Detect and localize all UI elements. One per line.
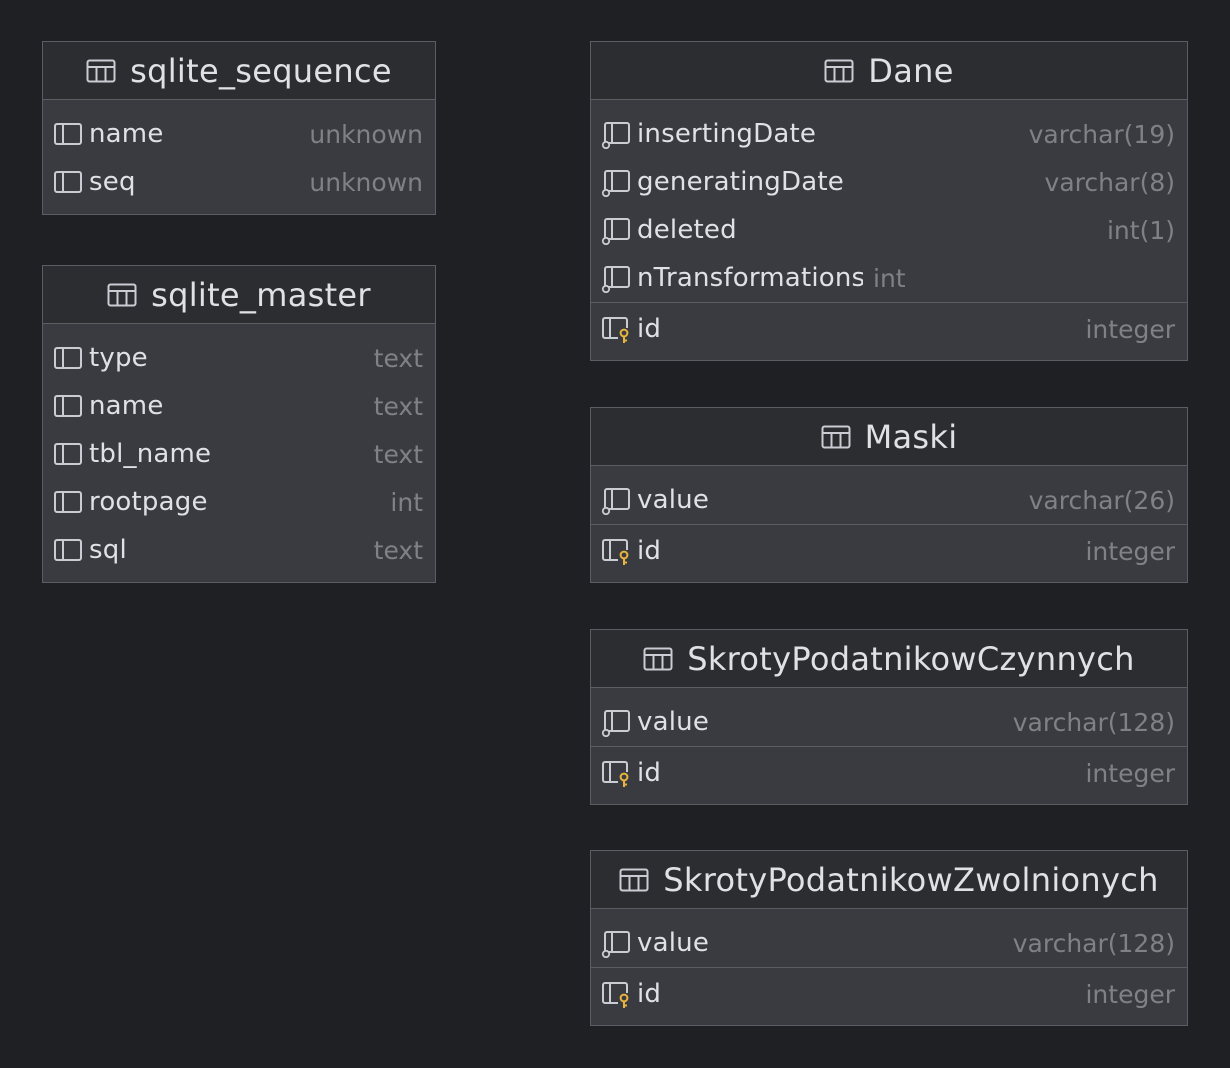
column-name: deleted bbox=[637, 215, 737, 245]
column-type: int(1) bbox=[1106, 215, 1175, 245]
column-name: insertingDate bbox=[637, 119, 817, 149]
column-type: varchar(26) bbox=[1028, 485, 1175, 515]
column-type: int bbox=[390, 487, 423, 517]
table-header[interactable]: SkrotyPodatnikowZwolnionych bbox=[591, 851, 1187, 909]
column-row[interactable]: deleted int(1) bbox=[591, 206, 1187, 254]
column-name: value bbox=[637, 485, 710, 515]
column-type: integer bbox=[1085, 758, 1175, 788]
key-row[interactable]: id integer bbox=[591, 303, 1187, 355]
key-row[interactable]: id integer bbox=[591, 525, 1187, 577]
column-row[interactable]: generatingDate varchar(8) bbox=[591, 158, 1187, 206]
column-row[interactable]: type text bbox=[43, 334, 435, 382]
column-name: id bbox=[637, 979, 662, 1009]
column-name: generatingDate bbox=[637, 167, 844, 197]
column-not-null-icon bbox=[601, 931, 630, 958]
table-header[interactable]: SkrotyPodatnikowCzynnych bbox=[591, 630, 1187, 688]
column-not-null-icon bbox=[601, 122, 630, 149]
column-name: id bbox=[637, 758, 662, 788]
column-row[interactable]: value varchar(128) bbox=[591, 698, 1187, 746]
column-row[interactable]: rootpage int bbox=[43, 478, 435, 526]
column-row[interactable]: tbl_name text bbox=[43, 430, 435, 478]
column-name: tbl_name bbox=[89, 439, 212, 469]
column-name: sql bbox=[89, 535, 127, 565]
key-row[interactable]: id integer bbox=[591, 968, 1187, 1020]
column-type: unknown bbox=[309, 167, 423, 197]
column-not-null-icon bbox=[601, 170, 630, 197]
column-name: value bbox=[637, 707, 710, 737]
column-icon bbox=[54, 443, 82, 465]
column-name: type bbox=[89, 343, 148, 373]
table-title: SkrotyPodatnikowZwolnionych bbox=[663, 860, 1159, 899]
column-row[interactable]: insertingDate varchar(19) bbox=[591, 110, 1187, 158]
key-row[interactable]: id integer bbox=[591, 747, 1187, 799]
primary-key-icon bbox=[602, 982, 630, 1009]
column-icon bbox=[54, 347, 82, 369]
table-header[interactable]: Maski bbox=[591, 408, 1187, 466]
table-title: Maski bbox=[864, 417, 958, 456]
table-dane[interactable]: Dane insertingDate varchar(19) generatin… bbox=[590, 41, 1188, 361]
column-row[interactable]: value varchar(26) bbox=[591, 476, 1187, 524]
column-name: seq bbox=[89, 167, 136, 197]
table-icon bbox=[643, 647, 673, 670]
column-name: nTransformations bbox=[637, 263, 863, 293]
column-type: int bbox=[873, 263, 906, 293]
column-name: id bbox=[637, 536, 662, 566]
column-name: id bbox=[637, 314, 662, 344]
table-icon bbox=[619, 868, 649, 891]
column-icon bbox=[54, 171, 82, 193]
table-header[interactable]: sqlite_master bbox=[43, 266, 435, 324]
column-not-null-icon bbox=[601, 218, 630, 245]
column-row[interactable]: sql text bbox=[43, 526, 435, 574]
column-name: value bbox=[637, 928, 710, 958]
column-type: text bbox=[373, 535, 423, 565]
column-name: name bbox=[89, 119, 164, 149]
column-not-null-icon bbox=[601, 710, 630, 737]
table-icon bbox=[821, 425, 851, 448]
table-title: sqlite_master bbox=[151, 275, 371, 314]
primary-key-icon bbox=[602, 761, 630, 788]
table-icon bbox=[86, 59, 116, 82]
primary-key-icon bbox=[602, 317, 630, 344]
column-type: varchar(128) bbox=[1012, 928, 1175, 958]
column-not-null-icon bbox=[601, 266, 630, 293]
table-skroty-podatnikow-czynnych[interactable]: SkrotyPodatnikowCzynnych value varchar(1… bbox=[590, 629, 1188, 805]
column-icon bbox=[54, 491, 82, 513]
column-type: varchar(8) bbox=[1044, 167, 1175, 197]
table-header[interactable]: sqlite_sequence bbox=[43, 42, 435, 100]
column-type: text bbox=[373, 439, 423, 469]
column-name: rootpage bbox=[89, 487, 208, 517]
table-header[interactable]: Dane bbox=[591, 42, 1187, 100]
column-icon bbox=[54, 395, 82, 417]
table-title: Dane bbox=[868, 51, 954, 90]
column-name: name bbox=[89, 391, 164, 421]
table-title: sqlite_sequence bbox=[130, 51, 392, 90]
column-row[interactable]: seq unknown bbox=[43, 158, 435, 206]
er-diagram-canvas: sqlite_sequence name unknown seq unknown… bbox=[0, 0, 1230, 1068]
column-type: unknown bbox=[309, 119, 423, 149]
primary-key-icon bbox=[602, 539, 630, 566]
column-type: varchar(19) bbox=[1028, 119, 1175, 149]
table-sqlite-master[interactable]: sqlite_master type text name text tbl_na… bbox=[42, 265, 436, 583]
table-skroty-podatnikow-zwolnionych[interactable]: SkrotyPodatnikowZwolnionych value varcha… bbox=[590, 850, 1188, 1026]
column-type: text bbox=[373, 343, 423, 373]
column-type: integer bbox=[1085, 536, 1175, 566]
column-type: varchar(128) bbox=[1012, 707, 1175, 737]
column-type: integer bbox=[1085, 314, 1175, 344]
column-row[interactable]: nTransformations int bbox=[591, 254, 1187, 302]
table-icon bbox=[107, 283, 137, 306]
column-row[interactable]: value varchar(128) bbox=[591, 919, 1187, 967]
column-not-null-icon bbox=[601, 488, 630, 515]
column-icon bbox=[54, 123, 82, 145]
table-title: SkrotyPodatnikowCzynnych bbox=[687, 639, 1135, 678]
table-maski[interactable]: Maski value varchar(26) id integer bbox=[590, 407, 1188, 583]
table-sqlite-sequence[interactable]: sqlite_sequence name unknown seq unknown bbox=[42, 41, 436, 215]
table-icon bbox=[824, 59, 854, 82]
column-icon bbox=[54, 539, 82, 561]
column-type: text bbox=[373, 391, 423, 421]
column-type: integer bbox=[1085, 979, 1175, 1009]
column-row[interactable]: name text bbox=[43, 382, 435, 430]
column-row[interactable]: name unknown bbox=[43, 110, 435, 158]
